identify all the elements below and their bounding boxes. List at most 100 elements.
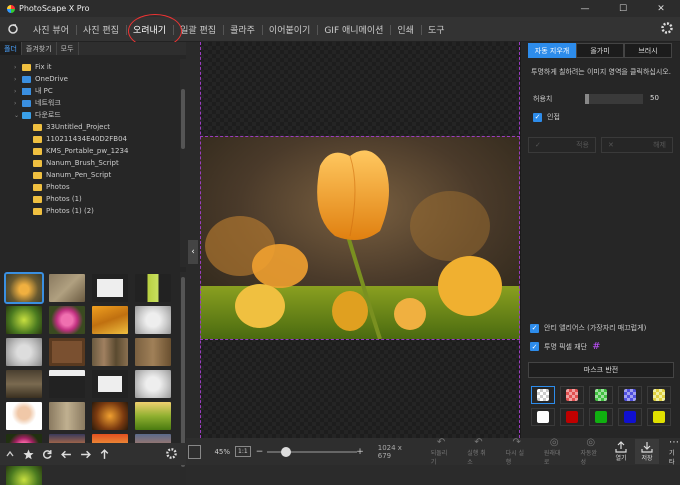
swatch-green[interactable] <box>589 408 613 426</box>
thumbnail[interactable] <box>92 274 128 302</box>
tab-tools[interactable]: 도구 <box>420 17 452 42</box>
tab-viewer[interactable]: 사진 뷰어 <box>26 17 76 42</box>
tab-combine[interactable]: 이어붙이기 <box>261 17 317 42</box>
settings-gear-icon[interactable] <box>165 447 178 462</box>
minimize-button[interactable]: — <box>566 0 604 17</box>
thumbnail[interactable] <box>135 274 171 302</box>
tab-auto-eraser[interactable]: 자동 지우개 <box>528 43 576 58</box>
swatch-yellow-checker[interactable] <box>647 386 671 404</box>
tree-item[interactable]: › Fix it <box>14 61 52 73</box>
thumbnail[interactable] <box>92 370 128 398</box>
collapse-up-icon[interactable] <box>0 449 19 459</box>
tree-item[interactable]: 33Untitled_Project <box>25 121 110 133</box>
tree-item[interactable]: Nanum_Brush_Script <box>25 157 119 169</box>
zoom-out-icon[interactable]: − <box>256 447 264 457</box>
trim-transparent-checkbox[interactable]: ✓ 투명 픽셀 재단 # <box>530 341 600 352</box>
refresh-icon[interactable] <box>38 449 57 460</box>
tulip-photo[interactable] <box>200 136 520 339</box>
apply-button[interactable]: ✓ 적용 <box>528 137 596 153</box>
tree-item[interactable]: KMS_Portable_pw_1234 <box>25 145 128 157</box>
folder-icon <box>33 159 42 167</box>
tab-brush[interactable]: 브러시 <box>624 43 672 58</box>
tree-item[interactable]: › 네트워크 <box>14 97 61 109</box>
tab-cutout[interactable]: 오려내기 <box>125 17 173 42</box>
cancel-button[interactable]: ✕ 해제 <box>601 137 673 153</box>
thumbnail[interactable] <box>49 338 85 366</box>
original-button[interactable]: ◎ 원래대로 <box>544 437 565 466</box>
tree-item[interactable]: 110211434E40D2FB04 <box>25 133 127 145</box>
tab-lasso[interactable]: 올가미 <box>576 43 624 58</box>
antialias-checkbox[interactable]: ✓ 안티 앨리어스 (가장자리 매끄럽게) <box>530 323 646 333</box>
thumbnail[interactable] <box>92 402 128 430</box>
revert-button[interactable]: ↶ 되돌리기 <box>431 437 452 466</box>
swatch-white[interactable] <box>531 408 555 426</box>
zoom-in-icon[interactable]: + <box>356 447 364 457</box>
crop-guide-top[interactable] <box>200 136 520 137</box>
crop-icon[interactable]: # <box>592 341 600 352</box>
swatch-red[interactable] <box>560 408 584 426</box>
tree-item[interactable]: Photos <box>25 181 70 193</box>
thumbnail[interactable] <box>6 370 42 398</box>
subtab-folder[interactable]: 폴더 <box>0 42 22 55</box>
thumbnail[interactable] <box>6 466 42 485</box>
tree-item[interactable]: Photos (1) (2) <box>25 205 94 217</box>
tab-collage[interactable]: 콜라주 <box>223 17 262 42</box>
thumbnail[interactable] <box>49 306 85 334</box>
tree-item[interactable]: › 내 PC <box>14 85 53 97</box>
thumbnail[interactable] <box>92 306 128 334</box>
home-icon[interactable] <box>0 17 26 42</box>
close-button[interactable]: ✕ <box>642 0 680 17</box>
redo-button[interactable]: ↷ 다시 실행 <box>506 437 528 466</box>
up-arrow-icon[interactable] <box>95 448 114 460</box>
tab-print[interactable]: 인쇄 <box>390 17 421 42</box>
swatch-blue[interactable] <box>618 408 642 426</box>
thumbnail[interactable] <box>92 338 128 366</box>
swatch-checker[interactable] <box>531 386 555 404</box>
subtab-all[interactable]: 모두 <box>57 42 79 55</box>
thumbnail[interactable] <box>6 402 42 430</box>
zoom-slider[interactable] <box>267 446 358 457</box>
crop-guide-bottom[interactable] <box>200 339 520 340</box>
tab-editor[interactable]: 사진 편집 <box>75 17 126 42</box>
tree-item[interactable]: Nanum_Pen_Script <box>25 169 111 181</box>
swatch-green-checker[interactable] <box>589 386 613 404</box>
thumbnail[interactable] <box>135 370 171 398</box>
actual-size-button[interactable]: 1:1 <box>235 446 251 457</box>
open-button[interactable]: 열기 <box>615 441 627 462</box>
tree-item[interactable]: Photos (1) <box>25 193 82 205</box>
swatch-blue-checker[interactable] <box>618 386 642 404</box>
subtab-favorites[interactable]: 즐겨찾기 <box>22 42 57 55</box>
forward-arrow-icon[interactable] <box>76 449 95 460</box>
swatch-red-checker[interactable] <box>560 386 584 404</box>
tree-item[interactable]: › OneDrive <box>14 73 68 85</box>
back-arrow-icon[interactable] <box>57 449 76 460</box>
tab-batch[interactable]: 일괄 편집 <box>173 17 223 42</box>
star-icon[interactable] <box>19 449 38 460</box>
collapse-left-icon[interactable]: ‹ <box>188 240 198 264</box>
thumbnail[interactable] <box>135 338 171 366</box>
tree-item[interactable]: ⌄ 다운로드 <box>14 109 61 121</box>
thumbnail[interactable] <box>49 370 85 398</box>
thumbnail[interactable] <box>135 402 171 430</box>
crop-guide-left[interactable] <box>200 42 201 438</box>
invert-mask-button[interactable]: 마스크 반전 <box>528 362 674 378</box>
adjacent-checkbox[interactable]: ✓ 인접 <box>533 112 560 122</box>
more-button[interactable]: ⋯ 기타 <box>669 437 680 466</box>
autocomplete-button[interactable]: ◎ 자동완성 <box>580 437 601 466</box>
fit-screen-icon[interactable] <box>188 444 202 459</box>
tolerance-slider[interactable] <box>585 94 643 104</box>
swatch-yellow[interactable] <box>647 408 671 426</box>
thumbnail[interactable] <box>6 338 42 366</box>
image-canvas[interactable] <box>200 42 520 438</box>
thumbnail[interactable] <box>135 306 171 334</box>
save-button[interactable]: 저장 <box>635 439 660 464</box>
thumbnail[interactable] <box>49 274 85 302</box>
thumbnail[interactable] <box>49 402 85 430</box>
undo-button[interactable]: ↶ 실행 취소 <box>467 437 489 466</box>
more-icon: ⋯ <box>669 437 680 448</box>
maximize-button[interactable]: ☐ <box>604 0 642 17</box>
thumbnail[interactable] <box>4 272 44 304</box>
tab-gif[interactable]: GIF 애니메이션 <box>317 17 390 42</box>
thumbnail[interactable] <box>6 306 42 334</box>
settings-gear-icon[interactable] <box>660 21 674 37</box>
